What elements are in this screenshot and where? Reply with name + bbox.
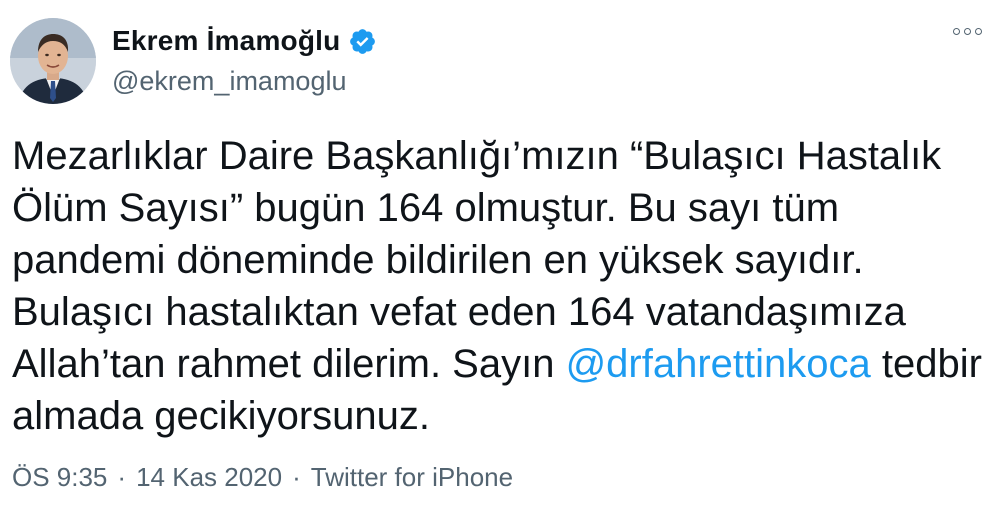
author-block: Ekrem İmamoğlu @ekrem_imamoglu [112, 20, 377, 97]
author-handle[interactable]: @ekrem_imamoglu [112, 66, 377, 97]
verified-badge-icon [348, 27, 377, 56]
more-dot [953, 28, 960, 35]
author-name-row: Ekrem İmamoğlu [112, 20, 377, 62]
meta-separator: · [292, 462, 301, 492]
more-dot [964, 28, 971, 35]
tweet-card: Ekrem İmamoğlu @ekrem_imamoglu Mezarlıkl… [0, 0, 1000, 516]
meta-separator: · [117, 462, 127, 492]
tweet-date[interactable]: 14 Kas 2020 [136, 462, 282, 493]
more-dot [975, 28, 982, 35]
tweet-time[interactable]: ÖS 9:35 [12, 462, 107, 493]
avatar-image [10, 18, 96, 104]
mention-link[interactable]: @drfahrettinkoca [566, 342, 871, 386]
tweet-meta: ÖS 9:35 · 14 Kas 2020 · Twitter for iPho… [12, 462, 513, 493]
tweet-source[interactable]: Twitter for iPhone [311, 462, 513, 493]
avatar[interactable] [10, 18, 96, 104]
tweet-text: Mezarlıklar Daire Başkanlığı’mızın “Bula… [12, 130, 987, 442]
more-options-icon[interactable] [953, 28, 982, 35]
author-name[interactable]: Ekrem İmamoğlu [112, 25, 340, 57]
